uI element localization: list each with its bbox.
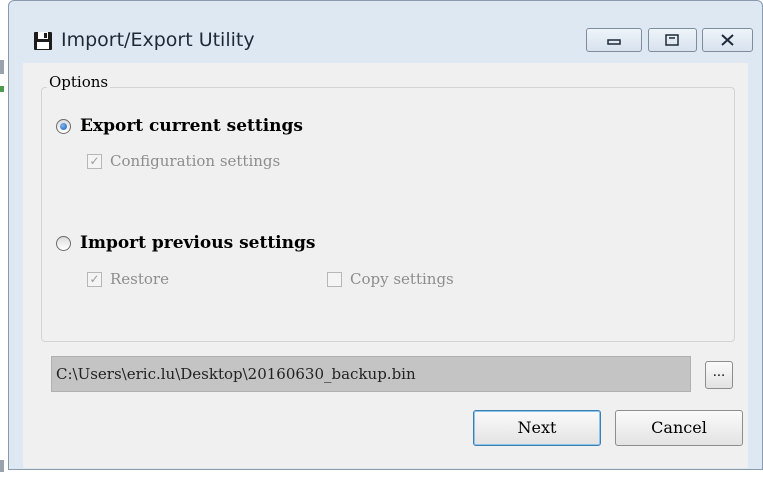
import-export-window: Import/Export Utility Export current set… bbox=[8, 0, 763, 470]
checkmark-icon: ✓ bbox=[89, 272, 100, 286]
radio-selected-dot bbox=[60, 122, 67, 130]
background-edge-mark bbox=[0, 86, 4, 92]
maximize-button[interactable] bbox=[648, 28, 697, 52]
restore-label: Restore bbox=[110, 270, 169, 288]
minimize-button[interactable] bbox=[586, 28, 642, 52]
configuration-settings-label: Configuration settings bbox=[110, 152, 281, 170]
title-bar[interactable]: Import/Export Utility bbox=[9, 1, 762, 63]
export-radio[interactable] bbox=[56, 118, 71, 134]
background-edge-mark bbox=[0, 60, 4, 74]
options-group: Export current settings ✓ Configuration … bbox=[41, 87, 735, 342]
export-label: Export current settings bbox=[80, 116, 303, 136]
copy-settings-label: Copy settings bbox=[350, 270, 454, 288]
restore-checkbox[interactable]: ✓ bbox=[87, 271, 102, 287]
cancel-button[interactable]: Cancel bbox=[615, 410, 743, 446]
import-label: Import previous settings bbox=[80, 233, 316, 253]
options-group-label: Options bbox=[47, 73, 111, 91]
minimize-icon bbox=[607, 39, 621, 45]
import-radio[interactable] bbox=[56, 235, 71, 251]
restore-option[interactable]: ✓ Restore bbox=[87, 270, 169, 288]
file-path-field[interactable]: C:\Users\eric.lu\Desktop\20160630_backup… bbox=[51, 356, 691, 392]
dialog-client-area: Export current settings ✓ Configuration … bbox=[23, 63, 748, 468]
floppy-disk-icon bbox=[34, 32, 52, 50]
maximize-icon bbox=[665, 34, 679, 46]
export-option[interactable]: Export current settings bbox=[56, 116, 303, 136]
background-edge-mark bbox=[0, 460, 4, 472]
copy-settings-option[interactable]: Copy settings bbox=[327, 270, 454, 288]
close-button[interactable] bbox=[702, 28, 753, 52]
next-button[interactable]: Next bbox=[473, 410, 601, 446]
window-title: Import/Export Utility bbox=[61, 29, 255, 51]
configuration-settings-checkbox[interactable]: ✓ bbox=[87, 153, 102, 169]
browse-button[interactable]: ... bbox=[705, 361, 733, 389]
configuration-settings-option[interactable]: ✓ Configuration settings bbox=[87, 152, 280, 170]
copy-settings-checkbox[interactable] bbox=[327, 271, 342, 287]
close-icon bbox=[721, 34, 734, 46]
import-option[interactable]: Import previous settings bbox=[56, 233, 315, 253]
checkmark-icon: ✓ bbox=[89, 154, 100, 168]
